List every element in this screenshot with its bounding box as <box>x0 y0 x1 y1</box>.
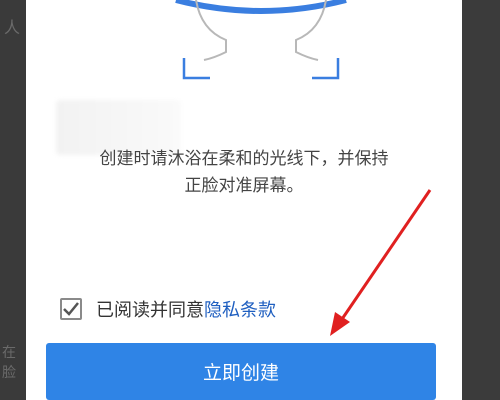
agree-label: 已阅读并同意 <box>96 300 204 321</box>
instruction-line-1: 创建时请沐浴在柔和的光线下，并保持 <box>99 149 389 169</box>
privacy-policy-link[interactable]: 隐私条款 <box>204 296 276 322</box>
capture-instruction: 创建时请沐浴在柔和的光线下，并保持 正脸对准屏幕。 <box>26 146 462 200</box>
left-edge-glyph-2: 在 <box>2 345 16 361</box>
right-edge-backdrop <box>462 0 500 400</box>
create-now-button[interactable]: 立即创建 <box>46 343 436 400</box>
privacy-agreement-row: 已阅读并同意 隐私条款 <box>60 295 276 323</box>
agree-checkbox[interactable] <box>60 298 82 320</box>
left-edge-glyph: 人 <box>4 18 21 37</box>
checkmark-icon <box>63 302 79 316</box>
face-outline-icon <box>175 0 347 80</box>
face-capture-dialog: 创建时请沐浴在柔和的光线下，并保持 正脸对准屏幕。 已阅读并同意 隐私条款 立即… <box>26 0 462 400</box>
left-edge-glyph-3: 脸 <box>2 365 16 381</box>
instruction-line-2: 正脸对准屏幕。 <box>184 176 304 196</box>
